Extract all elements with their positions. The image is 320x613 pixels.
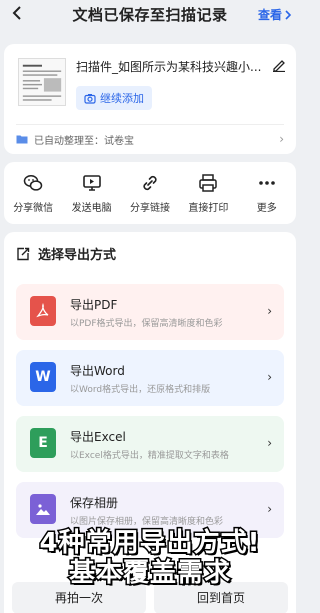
export-pdf-option[interactable]: 导出PDF 以PDF格式导出，保留高清晰度和色彩 › — [16, 284, 284, 340]
more-icon — [258, 180, 275, 185]
top-bar: 文档已保存至扫描记录 查看 — [0, 0, 300, 28]
action-label: 更多 — [256, 202, 277, 214]
excel-icon: E — [30, 428, 56, 458]
camera-icon — [84, 93, 96, 104]
auto-sort-text: 已自动整理至：试卷宝 — [34, 135, 134, 147]
album-icon — [30, 494, 56, 524]
chevron-right-icon: › — [279, 132, 284, 146]
send-computer-button[interactable]: 发送电脑 — [64, 173, 120, 214]
option-name: 保存相册 — [70, 496, 119, 510]
export-icon — [17, 247, 30, 260]
wechat-icon — [23, 174, 43, 191]
word-icon: W — [30, 362, 56, 392]
pdf-icon — [30, 296, 56, 326]
action-label: 分享链接 — [129, 202, 170, 214]
link-icon — [143, 175, 157, 190]
export-excel-option[interactable]: E 导出Excel 以Excel格式导出，精准提取文字和表格 › — [16, 416, 284, 472]
continue-add-button[interactable]: 继续添加 — [76, 86, 152, 110]
option-description: 以Word格式导出，还原格式和排版 — [70, 385, 211, 395]
folder-icon — [16, 135, 28, 144]
action-label: 直接打印 — [188, 202, 229, 214]
view-button[interactable]: 查看 — [258, 6, 292, 23]
file-card: 扫描件_如图所示为某科技兴趣小... 继续添加 已自动整理至：试卷宝 › — [4, 44, 296, 154]
export-section-title: 选择导出方式 — [16, 244, 116, 263]
share-link-button[interactable]: 分享链接 — [122, 173, 178, 214]
more-button[interactable]: 更多 — [239, 173, 295, 214]
option-name: 导出PDF — [70, 298, 118, 312]
export-word-option[interactable]: W 导出Word 以Word格式导出，还原格式和排版 › — [16, 350, 284, 406]
chevron-right-icon: › — [267, 370, 272, 384]
option-description: 以Excel格式导出，精准提取文字和表格 — [70, 451, 229, 461]
option-description: 以PDF格式导出，保留高清晰度和色彩 — [70, 319, 223, 329]
chevron-right-icon: › — [267, 304, 272, 318]
continue-add-label: 继续添加 — [100, 92, 144, 105]
view-label: 查看 — [257, 8, 282, 22]
printer-icon — [199, 173, 218, 192]
computer-icon — [82, 174, 101, 191]
document-thumbnail[interactable] — [18, 58, 66, 106]
option-name: 导出Excel — [70, 430, 126, 444]
export-title-text: 选择导出方式 — [38, 248, 117, 263]
page-title: 文档已保存至扫描记录 — [72, 6, 228, 24]
chevron-right-icon: › — [267, 436, 272, 450]
option-name: 导出Word — [70, 364, 125, 378]
auto-sort-row[interactable]: 已自动整理至：试卷宝 › — [16, 130, 284, 148]
action-label: 发送电脑 — [71, 202, 112, 214]
share-wechat-button[interactable]: 分享微信 — [5, 173, 61, 214]
file-name: 扫描件_如图所示为某科技兴趣小... — [76, 60, 262, 74]
divider — [16, 124, 284, 125]
edit-pencil-icon[interactable] — [272, 58, 286, 72]
action-label: 分享微信 — [13, 202, 54, 214]
share-actions: 分享微信 发送电脑 分享链接 直接打印 更多 — [4, 162, 296, 224]
print-button[interactable]: 直接打印 — [180, 173, 236, 214]
chevron-right-icon — [285, 9, 292, 20]
chevron-right-icon: › — [267, 502, 272, 516]
caption-line-2: 基本覆盖需求 — [67, 557, 231, 590]
